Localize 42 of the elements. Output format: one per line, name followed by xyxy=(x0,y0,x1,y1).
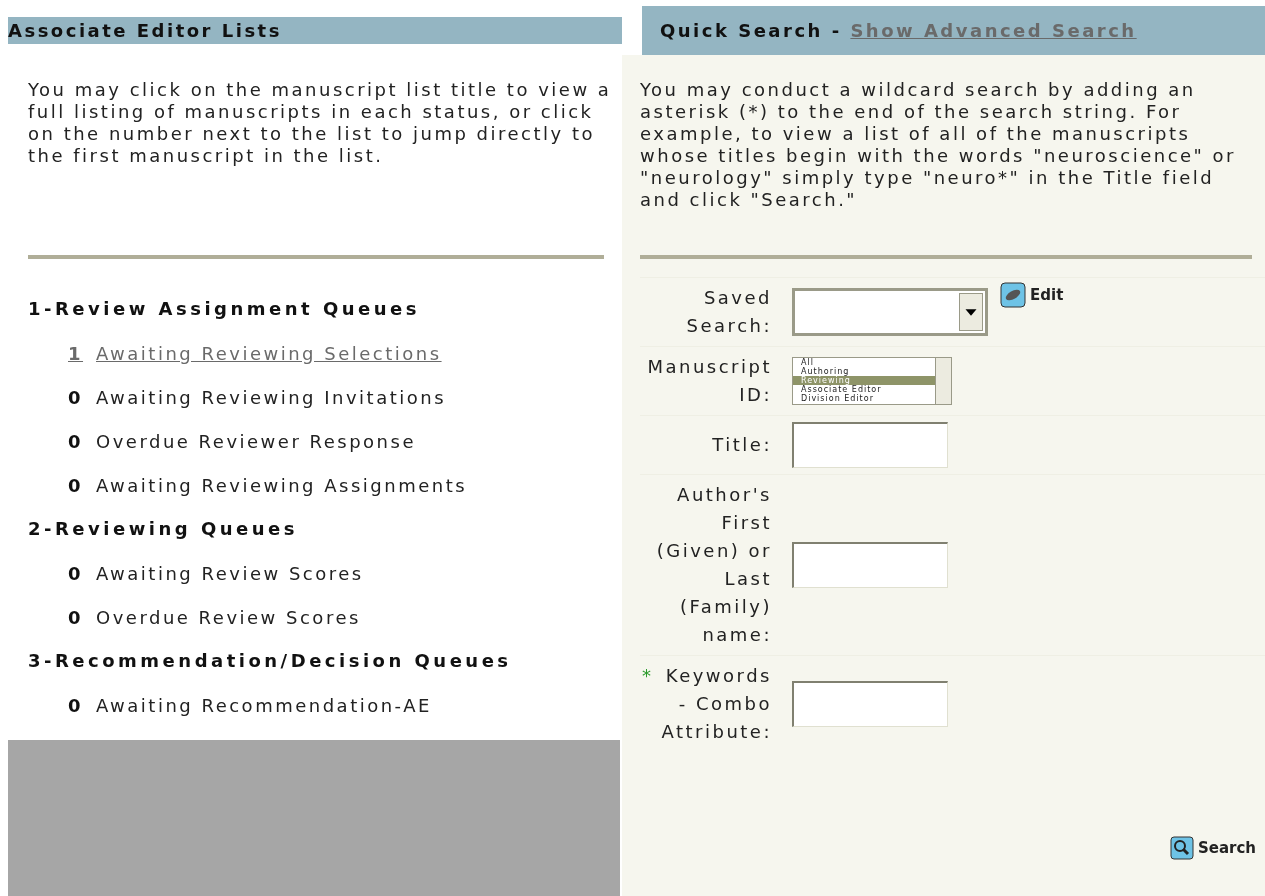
field-label: Saved Search: xyxy=(685,286,772,338)
search-icon xyxy=(1169,836,1194,860)
queue-group-title: 2-Reviewing Queues xyxy=(28,517,299,541)
list-option[interactable]: All xyxy=(793,358,935,367)
caret-icon xyxy=(959,293,983,331)
queue-group-title: 3-Recommendation/Decision Queues xyxy=(28,649,513,673)
search-button[interactable]: Search xyxy=(1169,836,1256,860)
feather-icon xyxy=(1000,282,1026,308)
text-field[interactable] xyxy=(792,542,948,588)
saved-search-dropdown[interactable] xyxy=(792,288,988,336)
count-link[interactable]: 0 xyxy=(68,691,82,719)
queue-link[interactable]: Awaiting Recommendation-AE xyxy=(96,691,432,719)
count-link[interactable]: 1 xyxy=(68,339,82,367)
scrollbar[interactable] xyxy=(935,358,951,404)
edit-button[interactable]: Edit xyxy=(1000,282,1064,308)
count-link[interactable]: 0 xyxy=(68,559,82,587)
count-link[interactable]: 0 xyxy=(68,603,82,631)
required-marker: * xyxy=(642,664,654,688)
intro-text: You may click on the manuscript list title to view a full listing of manuscripts in each status, or click on the number next to the list to jump directly to the first manuscript in the list. xyxy=(28,79,613,167)
section-header: Associate Editor Lists xyxy=(8,17,622,44)
count-link[interactable]: 0 xyxy=(68,471,82,499)
list-option[interactable]: Authoring xyxy=(793,367,935,376)
queue-link[interactable]: Overdue Review Scores xyxy=(96,603,361,631)
text-field[interactable] xyxy=(792,681,948,727)
list-option[interactable]: Division Editor xyxy=(793,394,935,403)
header-title: Quick Search - xyxy=(660,19,843,43)
queue-group-title: 1-Review Assignment Queues xyxy=(28,297,421,321)
field-label: Manuscript ID: xyxy=(646,355,772,407)
field-label: * Keywords - Combo Attribute: xyxy=(642,662,772,746)
field-label: Author's First (Given) or Last (Family) name: xyxy=(655,483,772,647)
queue-link[interactable]: Overdue Reviewer Response xyxy=(96,427,416,455)
count-link[interactable]: 0 xyxy=(68,383,82,411)
queue-link[interactable]: Awaiting Reviewing Selections xyxy=(96,339,442,367)
text-field[interactable] xyxy=(792,422,948,468)
queue-link[interactable]: Awaiting Review Scores xyxy=(96,559,364,587)
count-link[interactable]: 0 xyxy=(68,427,82,455)
queue-link[interactable]: Awaiting Reviewing Assignments xyxy=(96,471,468,499)
list-option[interactable]: Associate Editor xyxy=(793,385,935,394)
search-help-text: You may conduct a wildcard search by adding an asterisk (*) to the end of the search string. For example, to view a list of all of the manuscripts whose titles begin with the words "neuroscience" or "neurology" simply type "neuro*" in the Title field and click "Search." xyxy=(640,79,1237,211)
manuscript-listbox[interactable]: All Authoring Reviewing Associate Editor Division Editor xyxy=(792,357,952,405)
queue-link[interactable]: Awaiting Reviewing Invitations xyxy=(96,383,447,411)
field-label: Title: xyxy=(711,433,772,457)
